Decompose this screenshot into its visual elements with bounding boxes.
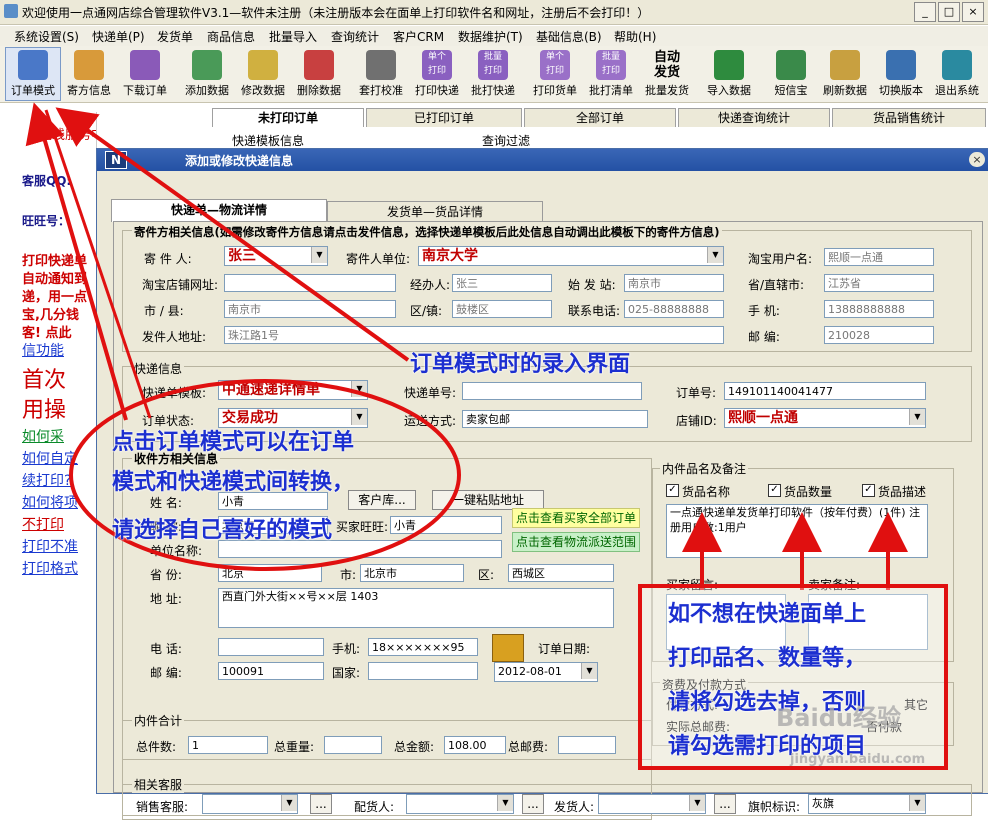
toggle-annotation-line: 模式和快递模式间转换， xyxy=(112,470,355,495)
picker-label: 配货人: xyxy=(354,800,395,814)
uncheck-annotation-line: 如不想在快递面单上 xyxy=(668,602,867,627)
sales-staff-more-button[interactable]: ... xyxy=(310,794,332,814)
shipper-more-button[interactable]: ... xyxy=(714,794,736,814)
shipper-select[interactable]: ▼ xyxy=(598,794,706,814)
sales-staff-label: 销售客服: xyxy=(136,800,189,814)
toggle-annotation-line: 请选择自己喜好的模式 xyxy=(112,518,333,543)
picker-more-button[interactable]: ... xyxy=(522,794,544,814)
picker-select[interactable]: ▼ xyxy=(406,794,514,814)
arrow-to-entry xyxy=(55,107,410,362)
flag-select[interactable]: 灰旗 ▼ xyxy=(808,794,926,814)
chevron-down-icon: ▼ xyxy=(689,795,705,811)
annotation-overlay xyxy=(25,102,948,770)
chevron-down-icon: ▼ xyxy=(909,795,925,811)
arrow-to-order-mode xyxy=(25,102,128,421)
arrow-to-order-mode-2 xyxy=(44,109,152,419)
site-watermark: jingyan.baidu.com xyxy=(790,752,926,767)
uncheck-annotation-line: 打印品名、数量等， xyxy=(668,646,867,671)
chevron-down-icon: ▼ xyxy=(497,795,513,811)
flag-label: 旗帜标识: xyxy=(748,800,801,814)
toggle-annotation-line: 点击订单模式可以在订单 xyxy=(112,430,355,455)
baidu-watermark: Baidu经验 xyxy=(776,704,901,732)
sales-staff-select[interactable]: ▼ xyxy=(202,794,298,814)
entry-annotation: 订单模式时的录入界面 xyxy=(410,352,631,377)
shipper-label: 发货人: xyxy=(554,800,595,814)
chevron-down-icon: ▼ xyxy=(281,795,297,811)
